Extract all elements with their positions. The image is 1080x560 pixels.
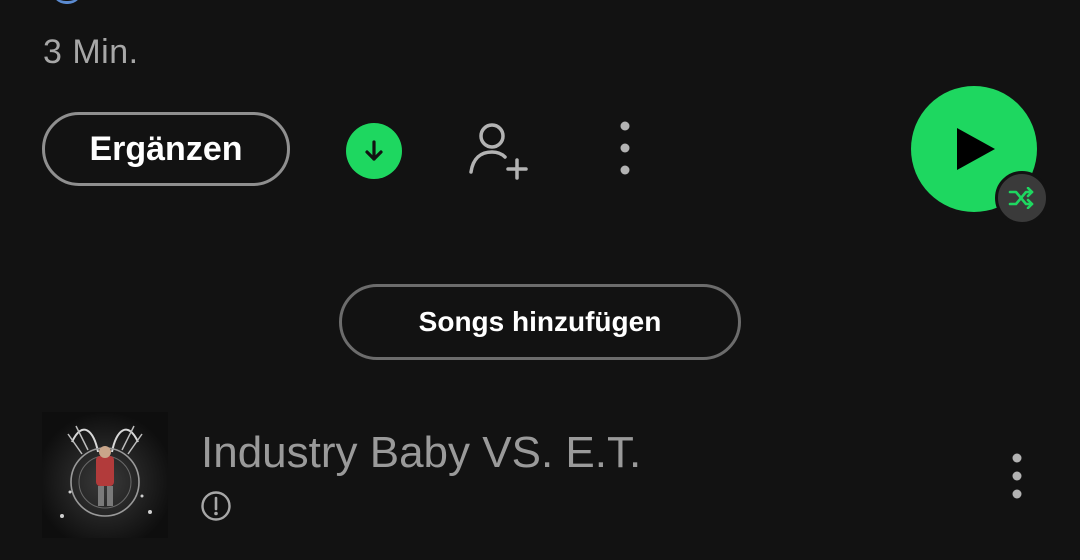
more-options-button[interactable] (612, 118, 638, 182)
download-button[interactable] (346, 123, 402, 179)
playlist-duration: 3 Min. (43, 33, 139, 71)
invite-collaborator-button[interactable] (467, 118, 531, 182)
track-cover-art (42, 412, 168, 538)
track-title: Industry Baby VS. E.T. (201, 428, 642, 477)
more-vertical-icon (620, 121, 630, 175)
add-songs-button[interactable]: Songs hinzufügen (339, 284, 741, 360)
track-row[interactable]: Industry Baby VS. E.T. (0, 404, 1080, 544)
add-user-icon (469, 123, 528, 180)
track-more-options-button[interactable] (1004, 452, 1030, 500)
more-vertical-icon (1012, 453, 1022, 499)
unavailable-icon (200, 490, 232, 522)
shuffle-icon (1008, 187, 1034, 209)
add-to-playlist-button[interactable]: Ergänzen (42, 112, 290, 186)
shuffle-button[interactable] (995, 171, 1049, 225)
play-icon (957, 128, 995, 170)
avatar-edge (52, 0, 82, 4)
download-icon (365, 140, 383, 161)
